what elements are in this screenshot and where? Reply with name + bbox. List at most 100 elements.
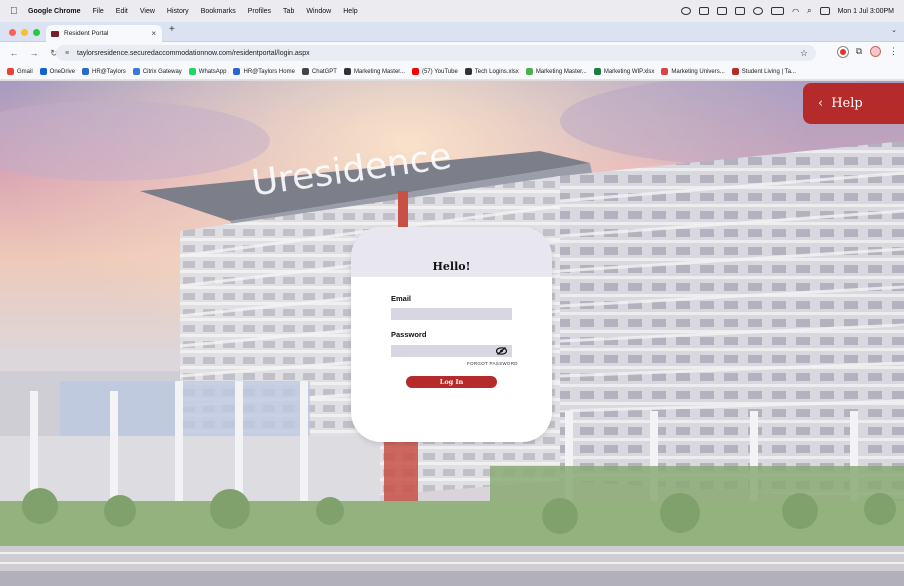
bookmark-item[interactable]: Tech Logins.xlsx [464, 68, 519, 75]
help-label: Help [831, 96, 863, 111]
bookmark-favicon-icon [233, 68, 241, 75]
bookmark-label: (57) YouTube [421, 68, 458, 75]
menu-edit[interactable]: Edit [116, 8, 128, 15]
email-field[interactable] [391, 308, 512, 320]
bookmark-item[interactable]: Gmail [7, 68, 33, 75]
site-info-icon[interactable]: ≡ [65, 50, 77, 57]
password-label: Password [391, 330, 427, 339]
bookmark-favicon-icon [464, 68, 472, 75]
tab-title: Resident Portal [64, 30, 109, 37]
extensions-icon[interactable]: ⧉ [856, 46, 862, 57]
new-tab-button[interactable]: + [169, 24, 175, 35]
login-card-header: Hello! [351, 227, 552, 277]
bookmark-item[interactable]: Marketing Master... [525, 68, 587, 75]
login-button[interactable]: Log In [406, 376, 497, 388]
menu-help[interactable]: Help [343, 8, 357, 15]
status-icon[interactable] [735, 7, 746, 15]
forward-icon[interactable]: → [28, 48, 40, 58]
cloud-icon[interactable] [699, 7, 710, 15]
battery-icon[interactable] [771, 7, 785, 15]
clock[interactable]: Mon 1 Jul 3:00PM [838, 8, 894, 15]
app-menu[interactable]: Google Chrome [28, 8, 81, 15]
bookmark-item[interactable]: Marketing Master... [343, 68, 405, 75]
bookmark-favicon-icon [82, 68, 90, 75]
extension-icon[interactable] [837, 46, 848, 57]
bookmark-favicon-icon [343, 68, 351, 75]
bookmark-favicon-icon [411, 68, 419, 75]
bookmark-label: Citrix Gateway [142, 68, 182, 75]
bookmark-label: OneDrive [49, 68, 76, 75]
page-content: Uresidence ‹ Help Hello! Email Password … [0, 81, 904, 586]
menu-profiles[interactable]: Profiles [248, 8, 271, 15]
zoom-window-button[interactable] [33, 29, 40, 36]
bookmark-label: Student Living | Ta... [741, 68, 796, 75]
menu-bookmarks[interactable]: Bookmarks [201, 8, 236, 15]
bookmark-label: Gmail [17, 68, 33, 75]
close-window-button[interactable] [9, 29, 16, 36]
bookmark-item[interactable]: Citrix Gateway [132, 68, 182, 75]
email-label: Email [391, 294, 412, 303]
wifi-icon[interactable]: ◠ [792, 7, 799, 16]
minimize-window-button[interactable] [21, 29, 28, 36]
status-icon[interactable] [681, 7, 692, 15]
bookmark-item[interactable]: Marketing Univers... [661, 68, 725, 75]
window-controls [9, 29, 40, 36]
bookmark-label: Marketing Univers... [671, 68, 725, 75]
bookmark-label: Tech Logins.xlsx [474, 68, 519, 75]
bookmark-label: Marketing Master... [535, 68, 587, 75]
bookmark-item[interactable]: WhatsApp [188, 68, 227, 75]
control-center-icon[interactable] [819, 7, 830, 15]
profile-avatar[interactable] [870, 46, 881, 57]
bookmark-label: Marketing Master... [353, 68, 405, 75]
login-heading: Hello! [432, 260, 471, 273]
bookmark-item[interactable]: HR@Taylors [82, 68, 126, 75]
login-card: Hello! Email Password FORGOT PASSWORD Lo… [351, 227, 552, 442]
bookmark-label: ChatGPT [311, 68, 337, 75]
bookmark-favicon-icon [7, 68, 14, 75]
help-button[interactable]: ‹ Help [803, 83, 904, 124]
search-icon[interactable]: ⌕ [807, 6, 811, 16]
url-text[interactable]: taylorsresidence.securedaccommodationnow… [77, 50, 310, 57]
bookmark-item[interactable]: (57) YouTube [411, 68, 458, 75]
menu-history[interactable]: History [167, 8, 189, 15]
kebab-menu-icon[interactable]: ⋮ [889, 46, 898, 57]
menu-window[interactable]: Window [306, 8, 331, 15]
apple-icon[interactable]:  [10, 6, 20, 17]
status-icon[interactable] [717, 7, 728, 15]
bookmark-star-icon[interactable]: ☆ [800, 48, 808, 59]
play-icon[interactable] [753, 7, 764, 15]
tab-resident-portal[interactable]: Resident Portal × [46, 25, 162, 42]
bookmark-item[interactable]: HR@Taylors Home [233, 68, 295, 75]
chevron-left-icon: ‹ [818, 96, 824, 111]
bookmark-item[interactable]: Student Living | Ta... [731, 68, 796, 75]
bookmark-favicon-icon [525, 68, 533, 75]
bookmarks-bar: Gmail OneDrive HR@Taylors Citrix Gateway Wha… [0, 64, 904, 80]
bookmark-label: HR@Taylors Home [243, 68, 295, 75]
bookmark-favicon-icon [301, 68, 309, 75]
password-field[interactable] [391, 345, 512, 357]
macos-menubar:  Google Chrome File Edit View History B… [0, 0, 904, 22]
menu-view[interactable]: View [140, 8, 155, 15]
address-bar[interactable]: ≡ taylorsresidence.securedaccommodationn… [56, 45, 816, 61]
bookmark-favicon-icon [39, 68, 47, 75]
menu-tab[interactable]: Tab [283, 8, 294, 15]
bookmark-favicon-icon [132, 68, 140, 75]
bookmark-favicon-icon [593, 68, 601, 75]
tab-search-icon[interactable]: ⌄ [891, 26, 897, 34]
tab-strip: Resident Portal × [0, 22, 904, 42]
bookmark-item[interactable]: OneDrive [39, 68, 76, 75]
bookmark-label: Marketing WIP.xlsx [603, 68, 655, 75]
eye-slash-icon[interactable] [495, 347, 508, 357]
bookmark-label: WhatsApp [198, 68, 227, 75]
bookmark-label: HR@Taylors [92, 68, 126, 75]
favicon-icon [51, 30, 59, 37]
bookmark-item[interactable]: ChatGPT [301, 68, 337, 75]
forgot-password-link[interactable]: FORGOT PASSWORD [467, 361, 518, 366]
back-icon[interactable]: ← [8, 48, 20, 58]
close-tab-icon[interactable]: × [151, 29, 156, 38]
bookmark-favicon-icon [731, 68, 739, 75]
bookmark-item[interactable]: Marketing WIP.xlsx [593, 68, 655, 75]
bookmark-favicon-icon [661, 68, 669, 75]
bookmark-favicon-icon [188, 68, 196, 75]
menu-file[interactable]: File [93, 8, 104, 15]
